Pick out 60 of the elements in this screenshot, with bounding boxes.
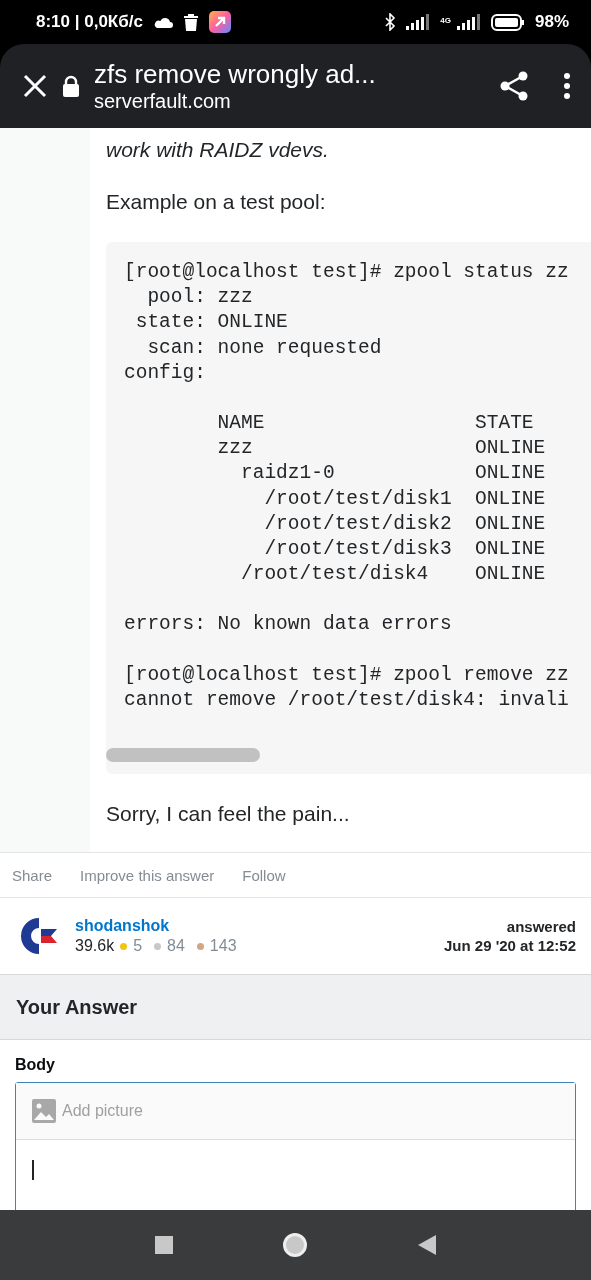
code-line: errors: No known data errors [124,612,453,638]
share-icon [499,71,529,101]
code-line: pool: zzz [146,285,254,311]
answered-label: answered [506,918,576,936]
answer-text: work with RAIDZ vdevs. [106,138,330,162]
menu-button[interactable] [563,73,571,99]
code-line: raidz1-0 ONLINE [240,461,547,487]
answer-text: Example on a test pool: [106,190,327,214]
code-line: [root@localhost test]# zpool status zz [124,260,570,285]
user-name[interactable]: shodanshok [75,917,428,936]
action-link[interactable]: Share [12,866,53,884]
code-line: [root@localhost test]# zpool remove zz [124,662,570,688]
recents-button[interactable] [154,1236,173,1254]
field-label: Body [15,1056,56,1075]
close-icon [22,73,48,99]
bluetooth-icon [384,13,397,31]
body-editor[interactable]: Add picture [15,1082,576,1210]
answer-text: Sorry, I can feel the pain... [106,802,351,827]
app-icon [208,11,231,33]
code-line: /root/test/disk4 ONLINE [240,562,547,588]
page-title: zfs remove wrongly ad... [94,59,377,89]
code-line: cannot remove /root/test/disk4: invali [124,687,570,713]
action-link[interactable]: Improve this answer [80,866,215,884]
triangle-icon [418,1235,437,1255]
circle-icon [282,1232,309,1258]
cloud-icon [152,16,173,28]
battery-level: 98% [534,12,569,32]
add-picture-button[interactable]: Add picture [32,1099,143,1124]
image-icon [32,1099,56,1124]
status-time: 8:10 | 0,0Кб/с [36,12,143,32]
square-icon [154,1236,173,1254]
code-line: state: ONLINE [134,310,289,336]
signal-icon [406,14,431,30]
code-line: /root/test/disk3 ONLINE [263,537,547,563]
share-button[interactable] [499,71,529,101]
network-type-label: 4G [440,16,451,25]
code-line: NAME STATE [216,411,535,436]
section-heading: Your Answer [16,995,138,1019]
badge-count: 84 [167,937,185,956]
more-icon [563,73,571,99]
back-button[interactable] [418,1235,437,1255]
code-line: config: [124,360,207,386]
page-url: serverfault.com [94,89,232,113]
action-link[interactable]: Follow [242,866,286,884]
battery-icon [490,13,525,31]
text-cursor [32,1160,34,1181]
code-line: scan: none requested [146,335,383,361]
close-button[interactable] [22,73,48,99]
reputation: 39.6k [75,937,115,956]
scrollbar-thumb[interactable] [106,748,260,763]
code-line: /root/test/disk2 ONLINE [263,511,547,537]
code-line: /root/test/disk1 ONLINE [263,486,547,512]
lock-icon [62,75,80,97]
signal-icon [456,14,481,30]
badge-count: 143 [209,937,237,956]
trash-icon [182,13,199,31]
code-line: zzz ONLINE [216,436,547,462]
badge-count: 5 [133,937,143,956]
home-button[interactable] [282,1232,309,1258]
answered-date: Jun 29 '20 at 12:52 [444,937,576,955]
